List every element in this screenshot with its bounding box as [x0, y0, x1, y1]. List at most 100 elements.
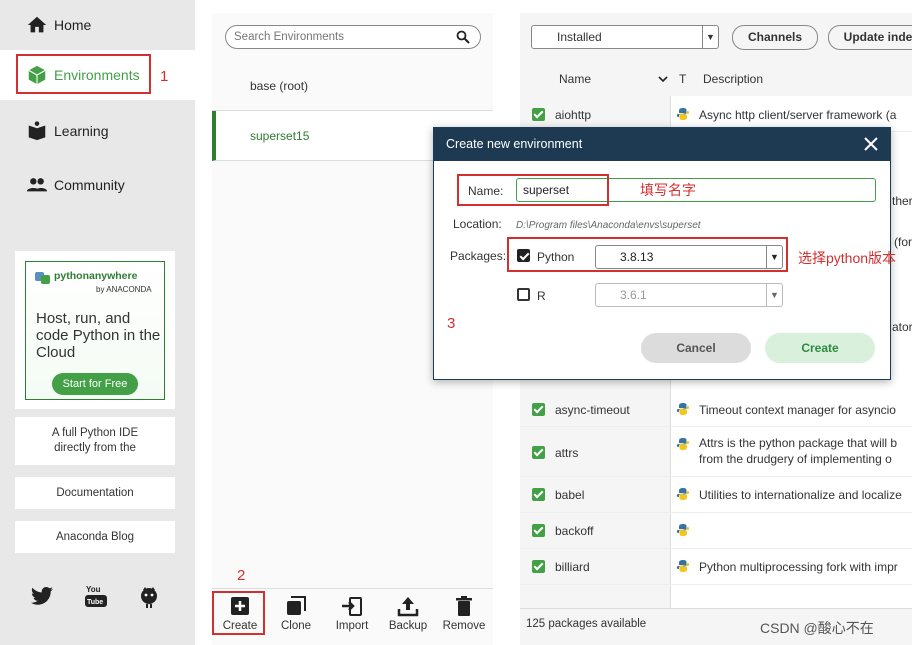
r-version-select[interactable]: 3.6.1 ▼ [595, 283, 783, 307]
name-cell [520, 585, 671, 608]
table-row[interactable]: babel Utilities to internationalize and … [520, 477, 912, 513]
dialog-title: Create new environment [446, 137, 583, 151]
close-icon[interactable] [862, 135, 880, 153]
package-filter-select[interactable]: Installed ▼ [531, 25, 719, 49]
clone-env-button[interactable]: Clone [268, 589, 324, 645]
package-description: Async http client/server framework (a [699, 108, 897, 122]
book-icon [28, 121, 46, 141]
package-description: Utilities to internationalize and locali… [699, 488, 902, 502]
promo-frame: pythonanywhere by ANACONDA Host, run, an… [25, 261, 165, 400]
left-navigation: Home Environments Learning Community pyt… [0, 0, 195, 645]
import-icon [342, 597, 362, 616]
twitter-icon[interactable] [30, 584, 54, 608]
hidden-fragment: (for [894, 235, 912, 249]
nav-label: Learning [54, 123, 109, 139]
start-for-free-button[interactable]: Start for Free [52, 373, 138, 395]
table-row[interactable]: backoff [520, 513, 912, 549]
annotation-fill-name: 填写名字 [640, 182, 696, 198]
column-name[interactable]: Name [559, 72, 591, 86]
dialog-title-bar: Create new environment [434, 128, 890, 161]
python-icon [676, 108, 690, 120]
nav-item-community[interactable]: Community [0, 160, 195, 210]
location-value: D:\Program files\Anaconda\envs\superset [516, 220, 701, 231]
update-index-button[interactable]: Update inde [828, 25, 912, 50]
annotation-box-python [507, 237, 788, 272]
package-checkbox[interactable] [532, 524, 545, 537]
import-label: Import [335, 620, 369, 632]
upload-icon [397, 597, 419, 617]
python-icon [676, 403, 690, 415]
column-type: T [679, 72, 687, 86]
package-checkbox[interactable] [532, 488, 545, 501]
pythonanywhere-promo[interactable]: pythonanywhere by ANACONDA Host, run, an… [15, 251, 175, 409]
package-name: aiohttp [555, 108, 592, 122]
location-label: Location: [453, 217, 502, 231]
youtube-icon[interactable]: You Tube [84, 583, 108, 609]
nav-item-learning[interactable]: Learning [0, 106, 195, 156]
package-name: billiard [555, 560, 590, 574]
package-checkbox[interactable] [532, 108, 545, 121]
python-icon [676, 488, 690, 500]
people-icon [26, 178, 48, 192]
side-card-documentation[interactable]: Documentation [15, 477, 175, 509]
package-name: async-timeout [555, 403, 630, 417]
clone-label: Clone [280, 620, 312, 632]
package-description: Timeout context manager for asyncio [699, 403, 896, 417]
package-name: attrs [555, 446, 579, 460]
search-environments[interactable] [225, 25, 481, 49]
packages-label: Packages: [450, 249, 507, 263]
python-icon [676, 524, 690, 536]
env-row-base[interactable]: base (root) [212, 61, 493, 111]
import-env-button[interactable]: Import [324, 589, 380, 645]
nav-label: Community [54, 177, 125, 193]
sort-chevron-icon[interactable] [658, 76, 668, 83]
remove-label: Remove [442, 620, 486, 632]
search-input[interactable] [234, 31, 454, 43]
backup-env-button[interactable]: Backup [380, 589, 436, 645]
package-checkbox[interactable] [532, 560, 545, 573]
annotation-box-environments [16, 54, 151, 94]
r-checkbox[interactable] [517, 288, 530, 301]
annotation-choose-python: 选择python版本 [798, 250, 897, 266]
nav-label: Home [54, 17, 92, 33]
package-checkbox[interactable] [532, 446, 545, 459]
table-row[interactable]: async-timeout Timeout context manager fo… [520, 391, 912, 427]
create-button[interactable]: Create [765, 333, 875, 363]
package-description: Python multiprocessing fork with impr [699, 560, 898, 574]
side-card-blog[interactable]: Anaconda Blog [15, 521, 175, 553]
nav-item-home[interactable]: Home [0, 0, 195, 50]
cancel-button[interactable]: Cancel [641, 333, 751, 363]
remove-env-button[interactable]: Remove [436, 589, 492, 645]
r-label: R [537, 289, 546, 303]
annotation-number-3: 3 [447, 315, 456, 332]
package-name: babel [555, 488, 585, 502]
annotation-box-name [457, 174, 609, 206]
table-row-partial [520, 585, 912, 608]
svg-text:Tube: Tube [87, 599, 103, 606]
github-icon[interactable] [137, 584, 161, 608]
promo-logo-text: pythonanywhere [54, 270, 138, 282]
svg-text:You: You [86, 585, 101, 594]
table-row[interactable]: attrs Attrs is the python package that w… [520, 427, 912, 477]
packages-column-header: Name T Description [520, 63, 912, 96]
hidden-fragment: ator [892, 320, 912, 334]
chevron-down-icon: ▼ [766, 284, 782, 306]
search-icon[interactable] [456, 30, 470, 44]
python-icon [676, 438, 690, 450]
package-filter-value: Installed [557, 30, 602, 44]
r-version-value: 3.6.1 [620, 288, 647, 302]
package-description: Attrs is the python package that will b [699, 436, 898, 450]
python-icon [676, 560, 690, 572]
package-checkbox[interactable] [532, 403, 545, 416]
promo-by: by ANACONDA [96, 285, 152, 294]
channels-button[interactable]: Channels [732, 25, 818, 50]
chevron-down-icon: ▼ [702, 26, 718, 48]
side-card-ide[interactable]: A full Python IDE directly from the [15, 417, 175, 465]
annotation-box-create [212, 591, 265, 635]
csdn-watermark: CSDN @酸心不在 [760, 620, 874, 636]
package-description-line2: from the drudgery of implementing o [699, 452, 892, 466]
package-name: backoff [555, 524, 594, 538]
promo-tagline: Host, run, and code Python in the Cloud [36, 310, 161, 361]
table-row[interactable]: billiard Python multiprocessing fork wit… [520, 549, 912, 585]
trash-icon [456, 596, 472, 616]
